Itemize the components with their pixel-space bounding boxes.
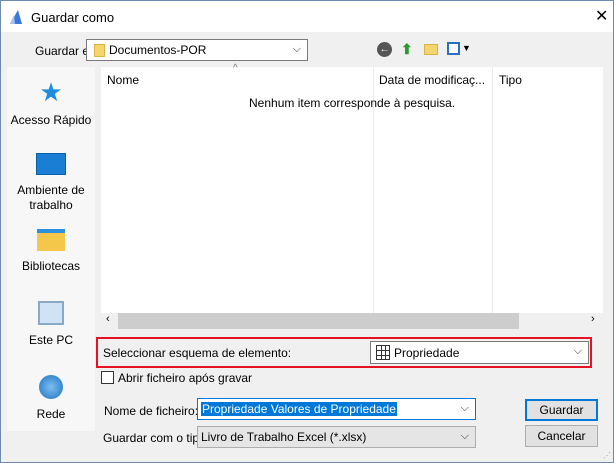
column-header-date[interactable]: Data de modificaç... (379, 73, 485, 87)
chevron-down-icon: ⌵ (573, 345, 582, 357)
filetype-label: Guardar com o tipo: (103, 431, 210, 445)
scrollbar-thumb[interactable] (118, 313, 519, 329)
save-as-dialog: Guardar como ✕ Guardar em: Documentos-PO… (0, 0, 614, 463)
libraries-icon (37, 229, 65, 251)
dialog-title: Guardar como (31, 10, 115, 25)
back-icon[interactable]: ← (377, 42, 392, 57)
view-menu-icon[interactable] (447, 42, 460, 55)
sidebar-label: Ambiente de trabalho (17, 183, 85, 212)
filename-input[interactable]: Propriedade Valores de Propriedade ⌵ (197, 398, 476, 420)
sidebar-item-network[interactable]: Rede (7, 375, 95, 421)
computer-icon (38, 301, 64, 325)
sidebar-item-libraries[interactable]: Bibliotecas (7, 229, 95, 273)
folder-icon (94, 44, 105, 57)
schema-select[interactable]: Propriedade ⌵ (370, 341, 589, 364)
open-after-label[interactable]: Abrir ficheiro após gravar (118, 371, 252, 385)
column-divider (492, 67, 493, 313)
close-icon[interactable]: ✕ (595, 6, 608, 26)
up-folder-icon[interactable]: ⬆ (401, 41, 413, 58)
schema-value: Propriedade (394, 346, 460, 360)
desktop-icon (36, 153, 66, 175)
filetype-select[interactable]: Livro de Trabalho Excel (*.xlsx) ⌵ (197, 426, 476, 448)
filename-value: Propriedade Valores de Propriedade (201, 402, 397, 416)
sidebar-item-desktop[interactable]: Ambiente de trabalho (7, 153, 95, 213)
sidebar-item-quick-access[interactable]: ★ Acesso Rápido (7, 79, 95, 127)
network-icon (39, 375, 63, 399)
places-sidebar: ★ Acesso Rápido Ambiente de trabalho Bib… (7, 67, 95, 431)
resize-grip-icon[interactable]: ⋰ (603, 451, 611, 460)
schema-label: Seleccionar esquema de elemento: (103, 346, 292, 360)
sidebar-label: Este PC (28, 333, 73, 347)
sidebar-item-this-pc[interactable]: Este PC (7, 301, 95, 347)
filename-label: Nome de ficheiro: (104, 404, 199, 418)
horizontal-scrollbar[interactable]: ‹ › (101, 313, 603, 329)
app-icon (10, 10, 22, 24)
file-list[interactable]: ^ Nome Data de modificaç... Tipo Nenhum … (101, 63, 603, 329)
scroll-left-icon[interactable]: ‹ (106, 313, 110, 325)
save-button[interactable]: Guardar (525, 399, 598, 421)
scroll-right-icon[interactable]: › (591, 313, 595, 325)
sidebar-label: Rede (36, 407, 66, 421)
chevron-down-icon: ⌵ (460, 430, 469, 442)
chevron-down-icon: ⌵ (292, 43, 301, 55)
new-folder-icon[interactable] (424, 44, 438, 55)
star-icon: ★ (39, 77, 63, 107)
schema-highlight-box: Seleccionar esquema de elemento: Proprie… (96, 337, 592, 368)
column-header-name[interactable]: Nome (107, 73, 139, 87)
save-in-combo[interactable]: Documentos-POR ⌵ (86, 39, 308, 61)
caret-down-icon[interactable]: ▼ (462, 43, 471, 53)
sort-up-icon: ^ (233, 63, 238, 74)
table-icon (376, 345, 390, 360)
chevron-down-icon[interactable]: ⌵ (461, 402, 469, 415)
empty-message: Nenhum item corresponde à pesquisa. (249, 96, 456, 110)
filetype-value: Livro de Trabalho Excel (*.xlsx) (201, 430, 367, 444)
save-in-value: Documentos-POR (109, 43, 207, 57)
title-bar: Guardar como ✕ (1, 1, 613, 32)
sidebar-label: Acesso Rápido (10, 113, 92, 127)
cancel-button[interactable]: Cancelar (525, 425, 598, 447)
sidebar-label: Bibliotecas (21, 259, 81, 273)
open-after-checkbox[interactable] (101, 371, 114, 384)
column-header-type[interactable]: Tipo (499, 73, 522, 87)
